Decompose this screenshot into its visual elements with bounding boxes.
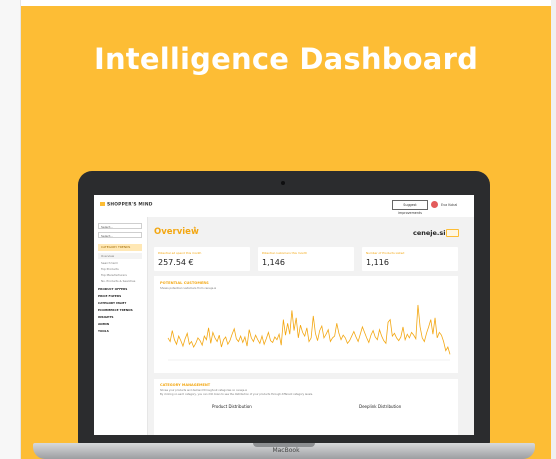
shop-select[interactable]: Select... <box>98 223 142 229</box>
user-avatar[interactable] <box>431 201 438 208</box>
sidebar-item-tools[interactable]: TOOLS <box>98 329 109 333</box>
kpi-value: 257.54 € <box>158 258 194 267</box>
page-left-frame <box>0 0 21 459</box>
kpi-card-ad-spend: Potential ad spend this month 257.54 € <box>154 247 250 271</box>
sidebar-subitem-overview[interactable]: Overview <box>101 254 114 258</box>
favorite-star-icon[interactable]: ★ <box>193 225 197 230</box>
deeplink-distribution-heading: Deeplink Distribution <box>359 404 402 409</box>
category-management-card: CATEGORY MANAGEMENT Shows your products … <box>154 379 458 435</box>
sidebar-subitem-top-products[interactable]: Top Products <box>101 267 119 271</box>
app-topbar: SHOPPER'S MIND Suggest improvements Eva … <box>94 195 474 218</box>
laptop-camera <box>281 181 285 185</box>
laptop-brand-label: MacBook <box>272 447 300 454</box>
suggest-improvements-button[interactable]: Suggest improvements <box>392 200 428 215</box>
category-section-title: CATEGORY MANAGEMENT <box>160 383 211 387</box>
sidebar-subitem-products-searches[interactable]: No. Products & Searches <box>101 279 135 283</box>
sidebar-item-product-offers[interactable]: PRODUCT OFFERS <box>98 287 127 291</box>
potential-customers-chart-card: POTENTIAL CUSTOMERS Shows potential cust… <box>154 276 458 373</box>
sidebar-item-category-mgmt[interactable]: CATEGORY MGMT <box>98 301 126 305</box>
sidebar-item-category-trends[interactable]: CATEGORY TRENDS <box>98 244 142 251</box>
sidebar-item-price-filters[interactable]: PRICE FILTERS <box>98 294 121 298</box>
potential-customers-chart[interactable] <box>154 276 458 373</box>
product-distribution-heading: Product Distribution <box>212 404 252 409</box>
page-scrollbar[interactable] <box>551 0 556 459</box>
headline: Intelligence Dashboard <box>93 42 479 76</box>
sidebar-item-admin[interactable]: ADMIN <box>98 322 109 326</box>
user-name[interactable]: Eva Kokal <box>441 203 457 207</box>
category-instructions: By clicking on each category, you can dr… <box>160 393 313 396</box>
category-description: Shows your products and demand throughou… <box>160 389 248 392</box>
kpi-value: 1,116 <box>366 258 389 267</box>
chart-series-line[interactable] <box>167 304 451 355</box>
logo-icon <box>100 202 105 206</box>
sidebar-subitem-top-manufacturers[interactable]: Top Manufacturers <box>101 273 127 277</box>
period-select[interactable]: Select... <box>98 232 142 238</box>
app-logo[interactable]: SHOPPER'S MIND <box>100 202 153 208</box>
kpi-label: Potential ad spend this month <box>158 251 202 255</box>
laptop-lid: SHOPPER'S MIND Suggest improvements Eva … <box>78 171 490 446</box>
shop-logo-icon <box>446 229 459 237</box>
kpi-card-products: Number of Products Listed 1,116 <box>362 247 458 271</box>
shop-name: ceneje.si <box>413 229 446 237</box>
main-content: Overview ★ ceneje.si Potential ad spend … <box>148 217 474 435</box>
sidebar-item-insights[interactable]: INSIGHTS <box>98 315 114 319</box>
app-logo-text: SHOPPER'S MIND <box>107 202 153 208</box>
kpi-label: Number of Products Listed <box>366 251 405 255</box>
kpi-label: Potential customers this month <box>262 251 308 255</box>
kpi-card-customers: Potential customers this month 1,146 <box>258 247 354 271</box>
promo-card: Intelligence Dashboard SHOPPER'S MIND Su… <box>21 6 551 459</box>
laptop-screen: SHOPPER'S MIND Suggest improvements Eva … <box>94 195 474 435</box>
sidebar: Select... Select... CATEGORY TRENDS Over… <box>94 217 148 435</box>
sidebar-subitem-search-term[interactable]: Search term <box>101 261 118 265</box>
sidebar-item-ecommerce-trends[interactable]: ECOMMERCE TRENDS <box>98 308 133 312</box>
kpi-value: 1,146 <box>262 258 285 267</box>
